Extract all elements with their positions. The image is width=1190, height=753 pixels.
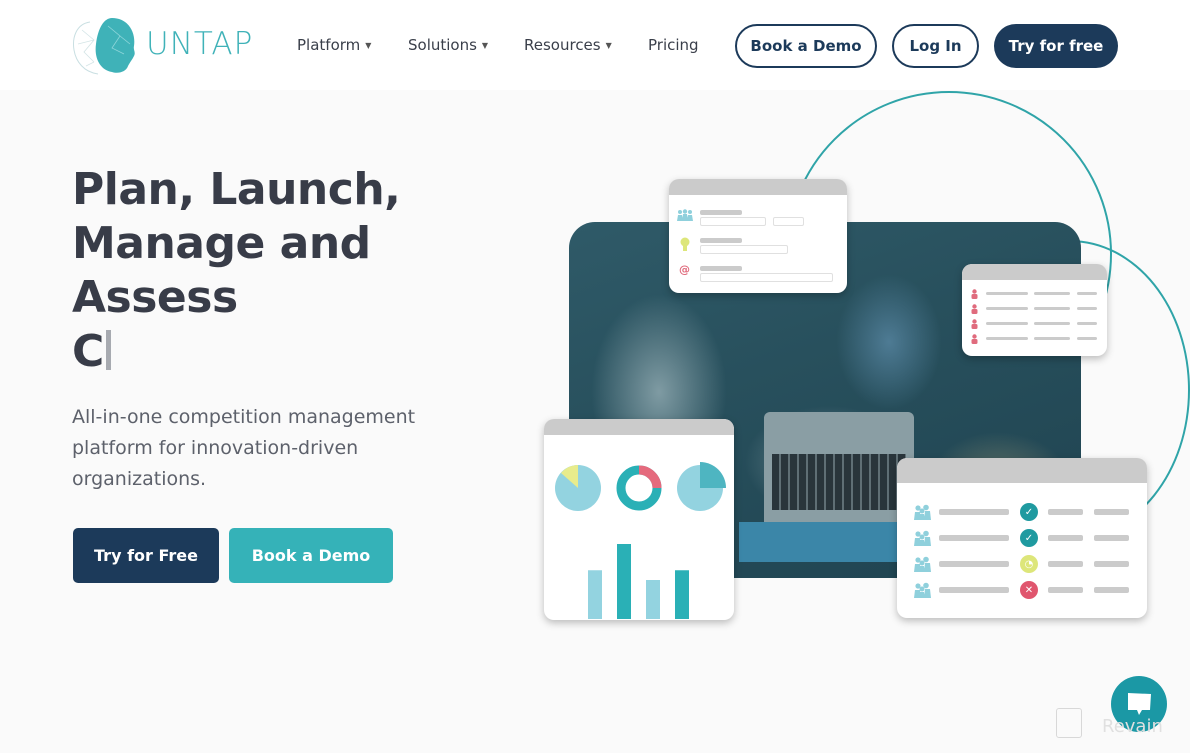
- revain-text: Revain: [1102, 716, 1163, 737]
- nav-resources-label: Resources: [524, 36, 601, 54]
- placeholder-line: [1094, 587, 1129, 593]
- card-header-bar: [897, 458, 1147, 483]
- nav-pricing[interactable]: Pricing: [648, 36, 699, 54]
- placeholder-line: [1048, 587, 1083, 593]
- nav-pricing-label: Pricing: [648, 36, 699, 54]
- revain-watermark: Revain: [1056, 708, 1163, 738]
- placeholder-line: [700, 238, 742, 243]
- keyboard-image: [772, 454, 906, 510]
- team-icon: [914, 582, 931, 598]
- typing-cursor: [105, 330, 111, 370]
- site-header: UNTAP Platform ▼ Solutions ▼ Resources ▼…: [0, 0, 1190, 90]
- user-icon: [971, 304, 978, 314]
- placeholder-line: [1034, 337, 1070, 340]
- nav-resources[interactable]: Resources ▼: [524, 36, 612, 54]
- pie-chart-yellow: [555, 465, 601, 511]
- placeholder-line: [1077, 307, 1097, 310]
- bar-chart: [588, 544, 689, 619]
- check-circle-icon: ✓: [1020, 529, 1038, 547]
- placeholder-line: [986, 307, 1028, 310]
- user-icon: [971, 319, 978, 329]
- placeholder-line: [1094, 509, 1129, 515]
- card-header-bar: [962, 264, 1107, 280]
- placeholder-line: [1048, 535, 1083, 541]
- placeholder-line: [986, 292, 1028, 295]
- tablet-image: [739, 522, 899, 562]
- donut-chart: [616, 465, 662, 511]
- nav-solutions-label: Solutions: [408, 36, 477, 54]
- nav-platform[interactable]: Platform ▼: [297, 36, 371, 54]
- card-header-bar: [669, 179, 847, 195]
- pie-chart-quarter: [677, 462, 726, 511]
- hero-subtitle: All-in-one competition management platfo…: [72, 406, 416, 490]
- hero-title-line: Plan, Launch,: [72, 164, 401, 215]
- analytics-graphics: [555, 462, 726, 619]
- bar: [588, 570, 602, 619]
- placeholder-line: [1077, 292, 1097, 295]
- placeholder-line: [986, 337, 1028, 340]
- bar: [675, 570, 689, 619]
- placeholder-line: [1048, 509, 1083, 515]
- placeholder-line: [1077, 337, 1097, 340]
- placeholder-line: [700, 266, 742, 271]
- at-sign-icon: @: [679, 263, 690, 276]
- head-logo-icon: [73, 18, 135, 75]
- team-icon: [914, 530, 931, 546]
- team-icon: [677, 209, 693, 221]
- clock-icon: ◔: [1020, 555, 1038, 573]
- submissions-status-card: ✓ ✓ ◔ ✕: [897, 458, 1147, 618]
- placeholder-line: [700, 210, 742, 215]
- hero-title-line: Manage and: [72, 218, 371, 269]
- team-icon: [914, 556, 931, 572]
- placeholder-line: [1077, 322, 1097, 325]
- logo-wordmark: UNTAP: [146, 26, 254, 62]
- placeholder-line: [1034, 322, 1070, 325]
- hero-title-typing-line: C: [72, 325, 400, 379]
- placeholder-line: [1094, 561, 1129, 567]
- placeholder-line: [1048, 561, 1083, 567]
- team-icon: [914, 504, 931, 520]
- user-icon: [971, 289, 978, 299]
- nav-solutions[interactable]: Solutions ▼: [408, 36, 488, 54]
- header-try-free-button[interactable]: Try for free: [994, 24, 1118, 68]
- placeholder-line: [939, 535, 1009, 541]
- form-card: @: [669, 179, 847, 293]
- login-button[interactable]: Log In: [892, 24, 979, 68]
- untap-logo[interactable]: UNTAP: [72, 16, 262, 76]
- placeholder-line: [939, 509, 1009, 515]
- hero-try-free-button[interactable]: Try for Free: [73, 528, 219, 583]
- typed-text: C: [72, 326, 104, 377]
- placeholder-line: [939, 587, 1009, 593]
- placeholder-field: [700, 273, 833, 282]
- placeholder-line: [1034, 292, 1070, 295]
- card-header-bar: [544, 419, 734, 435]
- lightbulb-icon: [680, 237, 690, 251]
- chevron-down-icon: ▼: [365, 40, 372, 50]
- placeholder-line: [1094, 535, 1129, 541]
- placeholder-line: [986, 322, 1028, 325]
- placeholder-line: [939, 561, 1009, 567]
- nav-platform-label: Platform: [297, 36, 361, 54]
- header-book-demo-button[interactable]: Book a Demo: [735, 24, 877, 68]
- bar: [617, 544, 631, 619]
- placeholder-field: [700, 217, 766, 226]
- placeholder-field: [700, 245, 788, 254]
- revain-logo-icon: [1056, 708, 1082, 738]
- x-circle-icon: ✕: [1020, 581, 1038, 599]
- check-circle-icon: ✓: [1020, 503, 1038, 521]
- bar: [646, 580, 660, 619]
- users-list-card: [962, 264, 1107, 356]
- placeholder-field: [773, 217, 804, 226]
- hero-title-line: Assess: [72, 272, 238, 323]
- chevron-down-icon: ▼: [481, 40, 489, 50]
- hero-book-demo-button[interactable]: Book a Demo: [229, 528, 393, 583]
- chevron-down-icon: ▼: [605, 40, 612, 50]
- user-icon: [971, 334, 978, 344]
- hero-title: Plan, Launch, Manage and Assess C: [72, 163, 401, 379]
- placeholder-line: [1034, 307, 1070, 310]
- analytics-chart-card: [544, 419, 734, 620]
